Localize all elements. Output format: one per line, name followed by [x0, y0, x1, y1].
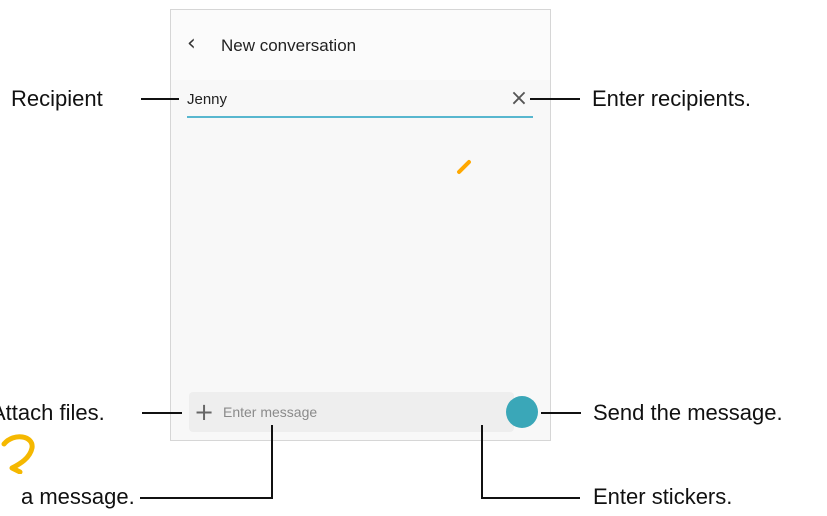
callout-enter-recipients: Enter recipients. — [592, 86, 751, 111]
callout-recipient: Recipient — [11, 86, 103, 111]
callout-enter-stickers: Enter stickers. — [593, 484, 733, 509]
edit-cursor — [456, 159, 472, 175]
callout-enter-message: a message. — [21, 484, 135, 509]
message-input[interactable] — [223, 401, 453, 423]
recipient-input[interactable] — [187, 84, 497, 114]
callout-line-recipient — [141, 98, 179, 100]
page-title: New conversation — [221, 36, 357, 55]
callout-line-enter-message-h — [140, 497, 272, 499]
close-icon[interactable]: × — [508, 84, 530, 114]
callout-line-enter-recipients — [530, 98, 580, 100]
callout-line-attach-files — [142, 412, 182, 414]
message-composer: + — [189, 392, 514, 432]
plus-icon[interactable]: + — [191, 398, 217, 426]
recipient-underline — [187, 116, 533, 118]
callout-line-enter-stickers-v — [481, 425, 483, 499]
back-icon[interactable]: ‹ — [187, 33, 203, 55]
callout-line-enter-stickers-h — [482, 497, 580, 499]
app-bar: ‹ New conversation — [171, 10, 550, 80]
decorative-swirl-icon — [1, 434, 35, 474]
callout-line-send-message — [541, 412, 581, 414]
phone-screen: ‹ New conversation × + — [170, 9, 551, 441]
send-button[interactable] — [506, 396, 538, 428]
callout-send-message: Send the message. — [593, 400, 783, 425]
callout-attach-files: Attach files. — [0, 400, 105, 425]
callout-line-enter-message-v — [271, 425, 273, 499]
recipient-row: × — [187, 84, 532, 120]
